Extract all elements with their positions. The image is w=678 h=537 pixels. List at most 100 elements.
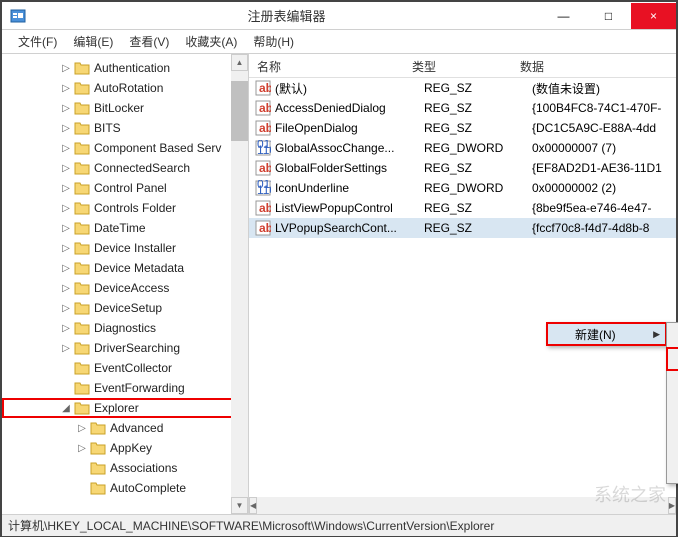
tree-item-appkey[interactable]: ▷AppKey bbox=[2, 438, 248, 458]
expander-icon[interactable]: ▷ bbox=[60, 142, 72, 154]
expander-icon[interactable]: ▷ bbox=[60, 342, 72, 354]
scroll-down-button[interactable]: ▼ bbox=[231, 497, 248, 514]
expander-icon[interactable]: ▷ bbox=[60, 122, 72, 134]
context-item[interactable]: 二进制值(B) bbox=[667, 370, 678, 392]
tree-item-devicesetup[interactable]: ▷ DeviceSetup bbox=[2, 298, 248, 318]
menu-favorites[interactable]: 收藏夹(A) bbox=[177, 30, 245, 53]
list-panel: 名称 类型 数据 ab(默认)REG_SZ(数值未设置)abAccessDeni… bbox=[249, 54, 676, 514]
context-item[interactable]: 可扩充字符串值(E) bbox=[667, 458, 678, 480]
minimize-button[interactable]: — bbox=[541, 3, 586, 29]
list-hscrollbar[interactable]: ◀ ▶ bbox=[249, 497, 676, 514]
maximize-button[interactable]: □ bbox=[586, 3, 631, 29]
tree-item-connectedsearch[interactable]: ▷ConnectedSearch bbox=[2, 158, 248, 178]
tree-label: DeviceSetup bbox=[94, 301, 162, 315]
tree-label: BitLocker bbox=[94, 101, 144, 115]
value-data: {8be9f5ea-e746-4e47- bbox=[532, 201, 676, 215]
expander-icon[interactable]: ▷ bbox=[60, 162, 72, 174]
tree-item-autorotation[interactable]: ▷AutoRotation bbox=[2, 78, 248, 98]
scroll-thumb[interactable] bbox=[231, 81, 248, 141]
menu-help[interactable]: 帮助(H) bbox=[245, 30, 302, 53]
header-data[interactable]: 数据 bbox=[512, 54, 676, 77]
scroll-track[interactable] bbox=[231, 141, 248, 497]
registry-tree[interactable]: ▷Authentication▷AutoRotation▷BitLocker▷B… bbox=[2, 56, 248, 500]
expander-icon[interactable]: ▷ bbox=[76, 442, 88, 454]
context-menu[interactable]: 新建(N) ▶ bbox=[546, 322, 667, 346]
tree-vscrollbar[interactable]: ▲ ▼ bbox=[231, 54, 248, 514]
tree-item-deviceaccess[interactable]: ▷DeviceAccess bbox=[2, 278, 248, 298]
list-row[interactable]: abFileOpenDialogREG_SZ{DC1C5A9C-E88A-4dd bbox=[249, 118, 676, 138]
context-new[interactable]: 新建(N) ▶ bbox=[547, 323, 666, 345]
value-list[interactable]: ab(默认)REG_SZ(数值未设置)abAccessDeniedDialogR… bbox=[249, 78, 676, 238]
expander-icon[interactable] bbox=[60, 362, 72, 374]
tree-item-advanced[interactable]: ▷Advanced bbox=[2, 418, 248, 438]
context-item[interactable]: QWORD (64 位)值(Q) bbox=[667, 414, 678, 436]
expander-icon[interactable]: ▷ bbox=[60, 222, 72, 234]
tree-label: AutoComplete bbox=[110, 481, 186, 495]
list-row[interactable]: abAccessDeniedDialogREG_SZ{100B4FC8-74C1… bbox=[249, 98, 676, 118]
value-type: REG_SZ bbox=[424, 81, 532, 95]
expander-icon[interactable]: ▷ bbox=[76, 422, 88, 434]
expander-icon[interactable]: ▷ bbox=[60, 62, 72, 74]
submenu-arrow-icon: ▶ bbox=[653, 329, 660, 340]
menu-view[interactable]: 查看(V) bbox=[121, 30, 177, 53]
value-data: {fccf70c8-f4d7-4d8b-8 bbox=[532, 221, 676, 235]
scroll-left-button[interactable]: ◀ bbox=[249, 497, 257, 514]
tree-item-explorer[interactable]: ◢Explorer bbox=[2, 398, 248, 418]
header-name[interactable]: 名称 bbox=[249, 54, 404, 77]
scroll-up-button[interactable]: ▲ bbox=[231, 54, 248, 71]
context-submenu[interactable]: 项(K)字符串值(S)二进制值(B)DWORD (32 位)值(D)QWORD … bbox=[666, 322, 678, 484]
tree-item-device-installer[interactable]: ▷Device Installer bbox=[2, 238, 248, 258]
list-row[interactable]: ab(默认)REG_SZ(数值未设置) bbox=[249, 78, 676, 98]
expander-icon[interactable]: ▷ bbox=[60, 282, 72, 294]
expander-icon[interactable]: ▷ bbox=[60, 82, 72, 94]
tree-item-autocomplete[interactable]: AutoComplete bbox=[2, 478, 248, 498]
expander-icon[interactable]: ▷ bbox=[60, 242, 72, 254]
expander-icon[interactable]: ▷ bbox=[60, 302, 72, 314]
tree-item-controls-folder[interactable]: ▷Controls Folder bbox=[2, 198, 248, 218]
expander-icon[interactable]: ▷ bbox=[60, 322, 72, 334]
tree-item-bitlocker[interactable]: ▷ BitLocker bbox=[2, 98, 248, 118]
list-row[interactable]: 011110IconUnderlineREG_DWORD0x00000002 (… bbox=[249, 178, 676, 198]
tree-item-device-metadata[interactable]: ▷ Device Metadata bbox=[2, 258, 248, 278]
expander-icon[interactable]: ▷ bbox=[60, 102, 72, 114]
close-button[interactable]: × bbox=[631, 3, 676, 29]
tree-item-control-panel[interactable]: ▷Control Panel bbox=[2, 178, 248, 198]
value-name: IconUnderline bbox=[275, 181, 424, 195]
scroll-right-button[interactable]: ▶ bbox=[668, 497, 676, 514]
header-type[interactable]: 类型 bbox=[404, 54, 512, 77]
tree-item-bits[interactable]: ▷BITS bbox=[2, 118, 248, 138]
tree-label: Associations bbox=[110, 461, 177, 475]
tree-item-driversearching[interactable]: ▷DriverSearching bbox=[2, 338, 248, 358]
value-data: (数值未设置) bbox=[532, 80, 676, 97]
list-row[interactable]: abListViewPopupControlREG_SZ{8be9f5ea-e7… bbox=[249, 198, 676, 218]
tree-label: Device Metadata bbox=[94, 261, 184, 275]
expander-icon[interactable]: ◢ bbox=[60, 402, 72, 414]
expander-icon[interactable]: ▷ bbox=[60, 202, 72, 214]
menu-edit[interactable]: 编辑(E) bbox=[65, 30, 121, 53]
tree-item-authentication[interactable]: ▷Authentication bbox=[2, 58, 248, 78]
hscroll-track[interactable] bbox=[257, 497, 668, 514]
tree-item-datetime[interactable]: ▷DateTime bbox=[2, 218, 248, 238]
menu-file[interactable]: 文件(F) bbox=[10, 30, 65, 53]
tree-label: Diagnostics bbox=[94, 321, 156, 335]
list-row[interactable]: abLVPopupSearchCont...REG_SZ{fccf70c8-f4… bbox=[249, 218, 676, 238]
list-row[interactable]: abGlobalFolderSettingsREG_SZ{EF8AD2D1-AE… bbox=[249, 158, 676, 178]
tree-item-eventforwarding[interactable]: EventForwarding bbox=[2, 378, 248, 398]
expander-icon[interactable] bbox=[76, 462, 88, 474]
list-header: 名称 类型 数据 bbox=[249, 54, 676, 78]
tree-item-diagnostics[interactable]: ▷ Diagnostics bbox=[2, 318, 248, 338]
context-item[interactable]: 多字符串值(M) bbox=[667, 436, 678, 458]
value-type: REG_SZ bbox=[424, 101, 532, 115]
value-data: 0x00000002 (2) bbox=[532, 181, 676, 195]
expander-icon[interactable]: ▷ bbox=[60, 182, 72, 194]
expander-icon[interactable]: ▷ bbox=[60, 262, 72, 274]
tree-item-component-based-serv[interactable]: ▷Component Based Serv bbox=[2, 138, 248, 158]
tree-item-eventcollector[interactable]: EventCollector bbox=[2, 358, 248, 378]
expander-icon[interactable] bbox=[60, 382, 72, 394]
expander-icon[interactable] bbox=[76, 482, 88, 494]
context-item[interactable]: 字符串值(S) bbox=[667, 348, 678, 370]
list-row[interactable]: 011110GlobalAssocChange...REG_DWORD0x000… bbox=[249, 138, 676, 158]
context-item[interactable]: DWORD (32 位)值(D) bbox=[667, 392, 678, 414]
tree-item-associations[interactable]: Associations bbox=[2, 458, 248, 478]
context-item[interactable]: 项(K) bbox=[667, 326, 678, 348]
